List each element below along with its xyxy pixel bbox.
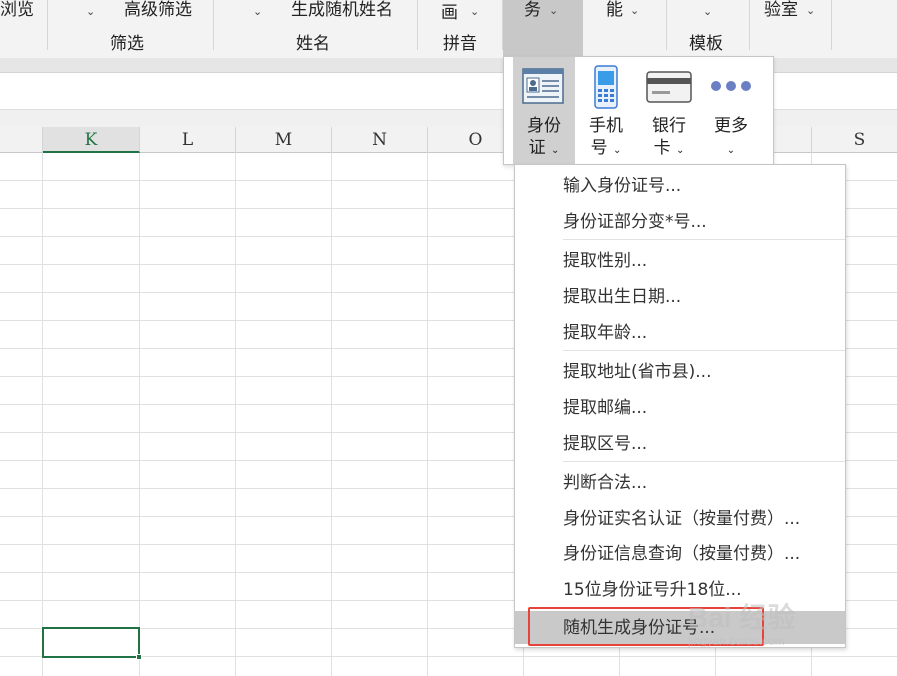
menu-item-label: 提取区号... <box>563 434 648 454</box>
watermark-subtext: jingyan.baidu.com <box>688 634 785 648</box>
menu-item-validate[interactable]: 判断合法... <box>515 466 845 499</box>
gallery-item-mobile[interactable]: 手机 号 ⌄ <box>575 57 637 164</box>
menu-item-mask-id[interactable]: 身份证部分变*号... <box>515 205 845 238</box>
chevron-down-icon: ⌄ <box>676 145 685 156</box>
menu-separator <box>563 239 845 240</box>
menu-item-extract-gender[interactable]: 提取性别... <box>515 244 845 277</box>
gallery-label-line2: ⌄ <box>700 137 762 162</box>
menu-item-info-query[interactable]: 身份证信息查询（按量付费）... <box>515 537 845 570</box>
grid-line <box>139 153 140 676</box>
bank-card-icon <box>646 71 692 103</box>
menu-item-label: 提取性别... <box>563 251 648 271</box>
gallery-item-bank-card[interactable]: 银行 卡 ⌄ <box>638 57 700 164</box>
menu-item-extract-birthdate[interactable]: 提取出生日期... <box>515 280 845 313</box>
gallery-item-id-card[interactable]: 身份 证 ⌄ <box>513 57 575 164</box>
ribbon-separator <box>417 0 418 50</box>
chevron-down-icon[interactable]: ⌄ <box>470 6 479 18</box>
chevron-down-icon[interactable]: ⌄ <box>806 5 815 17</box>
menu-item-extract-age[interactable]: 提取年龄... <box>515 316 845 349</box>
column-header-s[interactable]: S <box>812 127 897 153</box>
grid-line <box>235 153 236 676</box>
watermark-text: Bai 经验 <box>688 602 796 633</box>
menu-item-label: 身份证实名认证（按量付费）... <box>563 509 801 529</box>
chevron-down-icon[interactable]: ⌄ <box>253 6 262 18</box>
column-header-partial[interactable] <box>0 127 43 153</box>
menu-item-label: 提取出生日期... <box>563 287 682 307</box>
id-card-dropdown-menu: 输入身份证号... 身份证部分变*号... 提取性别... 提取出生日期... … <box>514 164 846 648</box>
ribbon-item-business[interactable]: 务 <box>524 0 541 20</box>
id-card-icon <box>522 68 564 104</box>
ribbon-item-browse[interactable]: 浏览 <box>0 0 34 20</box>
chevron-down-icon[interactable]: ⌄ <box>86 6 95 18</box>
watermark-logo: Bai 经验 jingyan.baidu.com <box>688 586 858 652</box>
group-label-filter: 筛选 <box>110 34 144 54</box>
ribbon-separator <box>47 0 48 50</box>
chevron-down-icon: ⌄ <box>613 145 622 156</box>
gallery-label-text: 卡 <box>653 138 671 158</box>
ribbon-separator <box>749 0 750 50</box>
gallery-label-text: 号 <box>590 138 608 158</box>
menu-item-extract-area-code[interactable]: 提取区号... <box>515 427 845 460</box>
gallery-label-line1: 手机 <box>589 116 623 136</box>
chevron-down-icon[interactable]: ⌄ <box>549 5 558 17</box>
column-header-m[interactable]: M <box>236 127 332 153</box>
column-header-k[interactable]: K <box>43 127 140 153</box>
gallery-label-line1: 身份 <box>527 116 561 136</box>
more-dots-icon <box>711 81 751 91</box>
active-cell[interactable] <box>42 627 142 660</box>
chevron-down-icon: ⌄ <box>726 145 736 156</box>
ribbon-item-advanced-filter[interactable]: 高级筛选 <box>124 0 192 20</box>
menu-item-label: 身份证部分变*号... <box>563 212 707 232</box>
grid-line <box>42 153 43 676</box>
chevron-down-icon[interactable]: ⌄ <box>703 6 712 18</box>
menu-item-label: 提取邮编... <box>563 398 648 418</box>
ribbon-item-business-selected[interactable]: 务 ⌄ <box>503 0 583 58</box>
menu-separator <box>563 350 845 351</box>
chevron-down-icon[interactable]: ⌄ <box>630 5 639 17</box>
group-label-name: 姓名 <box>296 34 330 54</box>
menu-item-extract-address[interactable]: 提取地址(省市县)... <box>515 355 845 388</box>
menu-item-label: 提取地址(省市县)... <box>563 362 712 382</box>
chevron-down-icon: ⌄ <box>551 145 560 156</box>
menu-item-label: 输入身份证号... <box>563 176 682 196</box>
ribbon: 浏览 ⌄ 高级筛选 ⌄ 生成随机姓名 画 ⌄ 务 ⌄ 能 ⌄ ⌄ 验室 ⌄ 筛选… <box>0 0 897 58</box>
grid-line <box>331 153 332 676</box>
column-header-n[interactable]: N <box>332 127 428 153</box>
menu-item-label: 提取年龄... <box>563 323 648 343</box>
ribbon-item-random-name[interactable]: 生成随机姓名 <box>291 0 393 20</box>
gallery-label-line2: 号 ⌄ <box>575 137 637 162</box>
grid-line <box>427 153 428 676</box>
menu-item-label: 身份证信息查询（按量付费）... <box>563 544 801 564</box>
ribbon-separator <box>213 0 214 50</box>
menu-item-extract-postcode[interactable]: 提取邮编... <box>515 391 845 424</box>
gallery-item-more[interactable]: 更多 ⌄ <box>700 57 762 164</box>
menu-item-label: 判断合法... <box>563 473 648 493</box>
ribbon-item-function[interactable]: 能 <box>606 0 623 20</box>
ribbon-item-lab[interactable]: 验室 <box>764 0 798 20</box>
gallery-label-line2: 证 ⌄ <box>513 137 575 162</box>
fill-handle[interactable] <box>136 654 142 660</box>
ribbon-item-draw[interactable]: 画 <box>441 3 458 23</box>
gallery-label-line1: 银行 <box>652 116 686 136</box>
group-label-pinyin: 拼音 <box>443 34 477 54</box>
gallery-label-line2: 卡 ⌄ <box>638 137 700 162</box>
id-tools-gallery: 身份 证 ⌄ 手机 号 ⌄ 银行 卡 ⌄ 更多 ⌄ <box>503 56 774 165</box>
menu-item-input-id[interactable]: 输入身份证号... <box>515 169 845 202</box>
gallery-label-line1: 更多 <box>714 116 748 136</box>
ribbon-separator <box>831 0 832 50</box>
menu-item-realname-auth[interactable]: 身份证实名认证（按量付费）... <box>515 502 845 535</box>
menu-separator <box>563 461 845 462</box>
mobile-phone-icon <box>594 65 618 109</box>
group-label-template: 模板 <box>689 34 723 54</box>
ribbon-separator <box>666 0 667 50</box>
gallery-label-text: 证 <box>528 138 546 158</box>
column-header-l[interactable]: L <box>140 127 236 153</box>
